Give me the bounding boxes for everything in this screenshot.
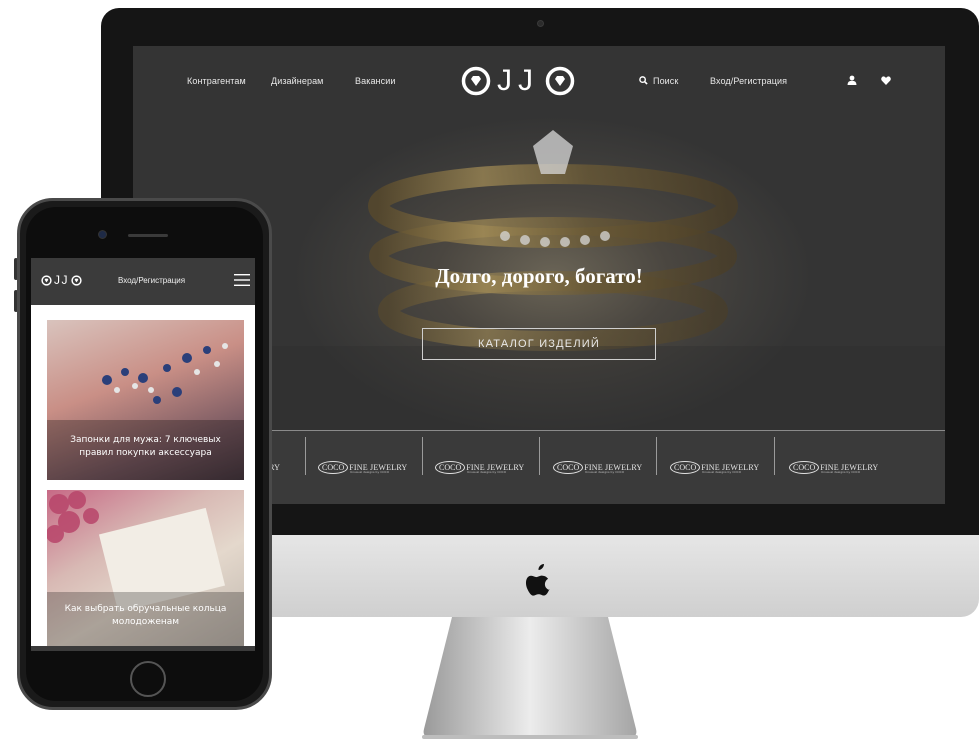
mobile-logo-text: JJ [54,273,69,287]
diamond-icon [461,66,491,96]
nav-link-contractors[interactable]: Контрагентам [187,76,246,86]
brand-logo[interactable]: COCO FINE JEWELRY Unusual designs by COC… [789,457,878,477]
brand-logo[interactable]: COCO FINE JEWELRY Unusual designs by COC… [318,457,407,477]
site-logo[interactable]: JJ [461,64,575,98]
mobile-logo[interactable]: JJ [41,273,82,287]
mobile-header: JJ Вход/Регистрация [31,258,255,305]
mobile-login-link[interactable]: Вход/Регистрация [118,276,185,285]
catalog-button[interactable]: КАТАЛОГ ИЗДЕЛИЙ [422,328,656,360]
brand-separator [656,437,657,475]
brand-separator [539,437,540,475]
login-link[interactable]: Вход/Регистрация [710,76,787,86]
brand-separator [422,437,423,475]
top-navigation: Контрагентам Дизайнерам Вакансии JJ Поис… [133,46,945,116]
phone-camera [98,230,107,239]
brand-separator [774,437,775,475]
phone-home-button[interactable] [130,661,166,697]
logo-text: JJ [497,64,539,97]
apple-icon [526,564,550,596]
nav-link-designers[interactable]: Дизайнерам [271,76,323,86]
mobile-footer-strip [31,646,255,651]
article-card[interactable]: Запонки для мужа: 7 ключевых правил поку… [47,320,244,480]
brand-logo[interactable]: COCO FINE JEWELRY Unusual designs by COC… [553,457,642,477]
user-icon[interactable] [847,75,857,85]
diamond-icon [545,66,575,96]
phone-speaker [128,234,168,237]
heart-icon[interactable] [881,76,891,85]
brand-logo[interactable]: COCO FINE JEWELRY Unusual designs by COC… [435,457,524,477]
brand-logo[interactable]: COCO FINE JEWELRY Unusual designs by COC… [670,457,759,477]
imac-camera [537,20,544,27]
search-link[interactable]: Поиск [653,76,678,86]
imac-stand [422,617,638,739]
diamond-icon [71,274,82,286]
diamond-icon [41,274,52,286]
article-card[interactable]: Как выбрать обручальные кольца молодожен… [47,490,244,648]
search-icon[interactable] [639,76,648,85]
article-title: Как выбрать обручальные кольца молодожен… [64,604,227,627]
menu-icon[interactable] [234,274,250,286]
nav-link-vacancies[interactable]: Вакансии [355,76,395,86]
mobile-screen: JJ Вход/Регистрация Запонки для мужа: 7 … [31,258,255,651]
article-title: Запонки для мужа: 7 ключевых правил поку… [70,435,221,458]
brand-separator [305,437,306,475]
